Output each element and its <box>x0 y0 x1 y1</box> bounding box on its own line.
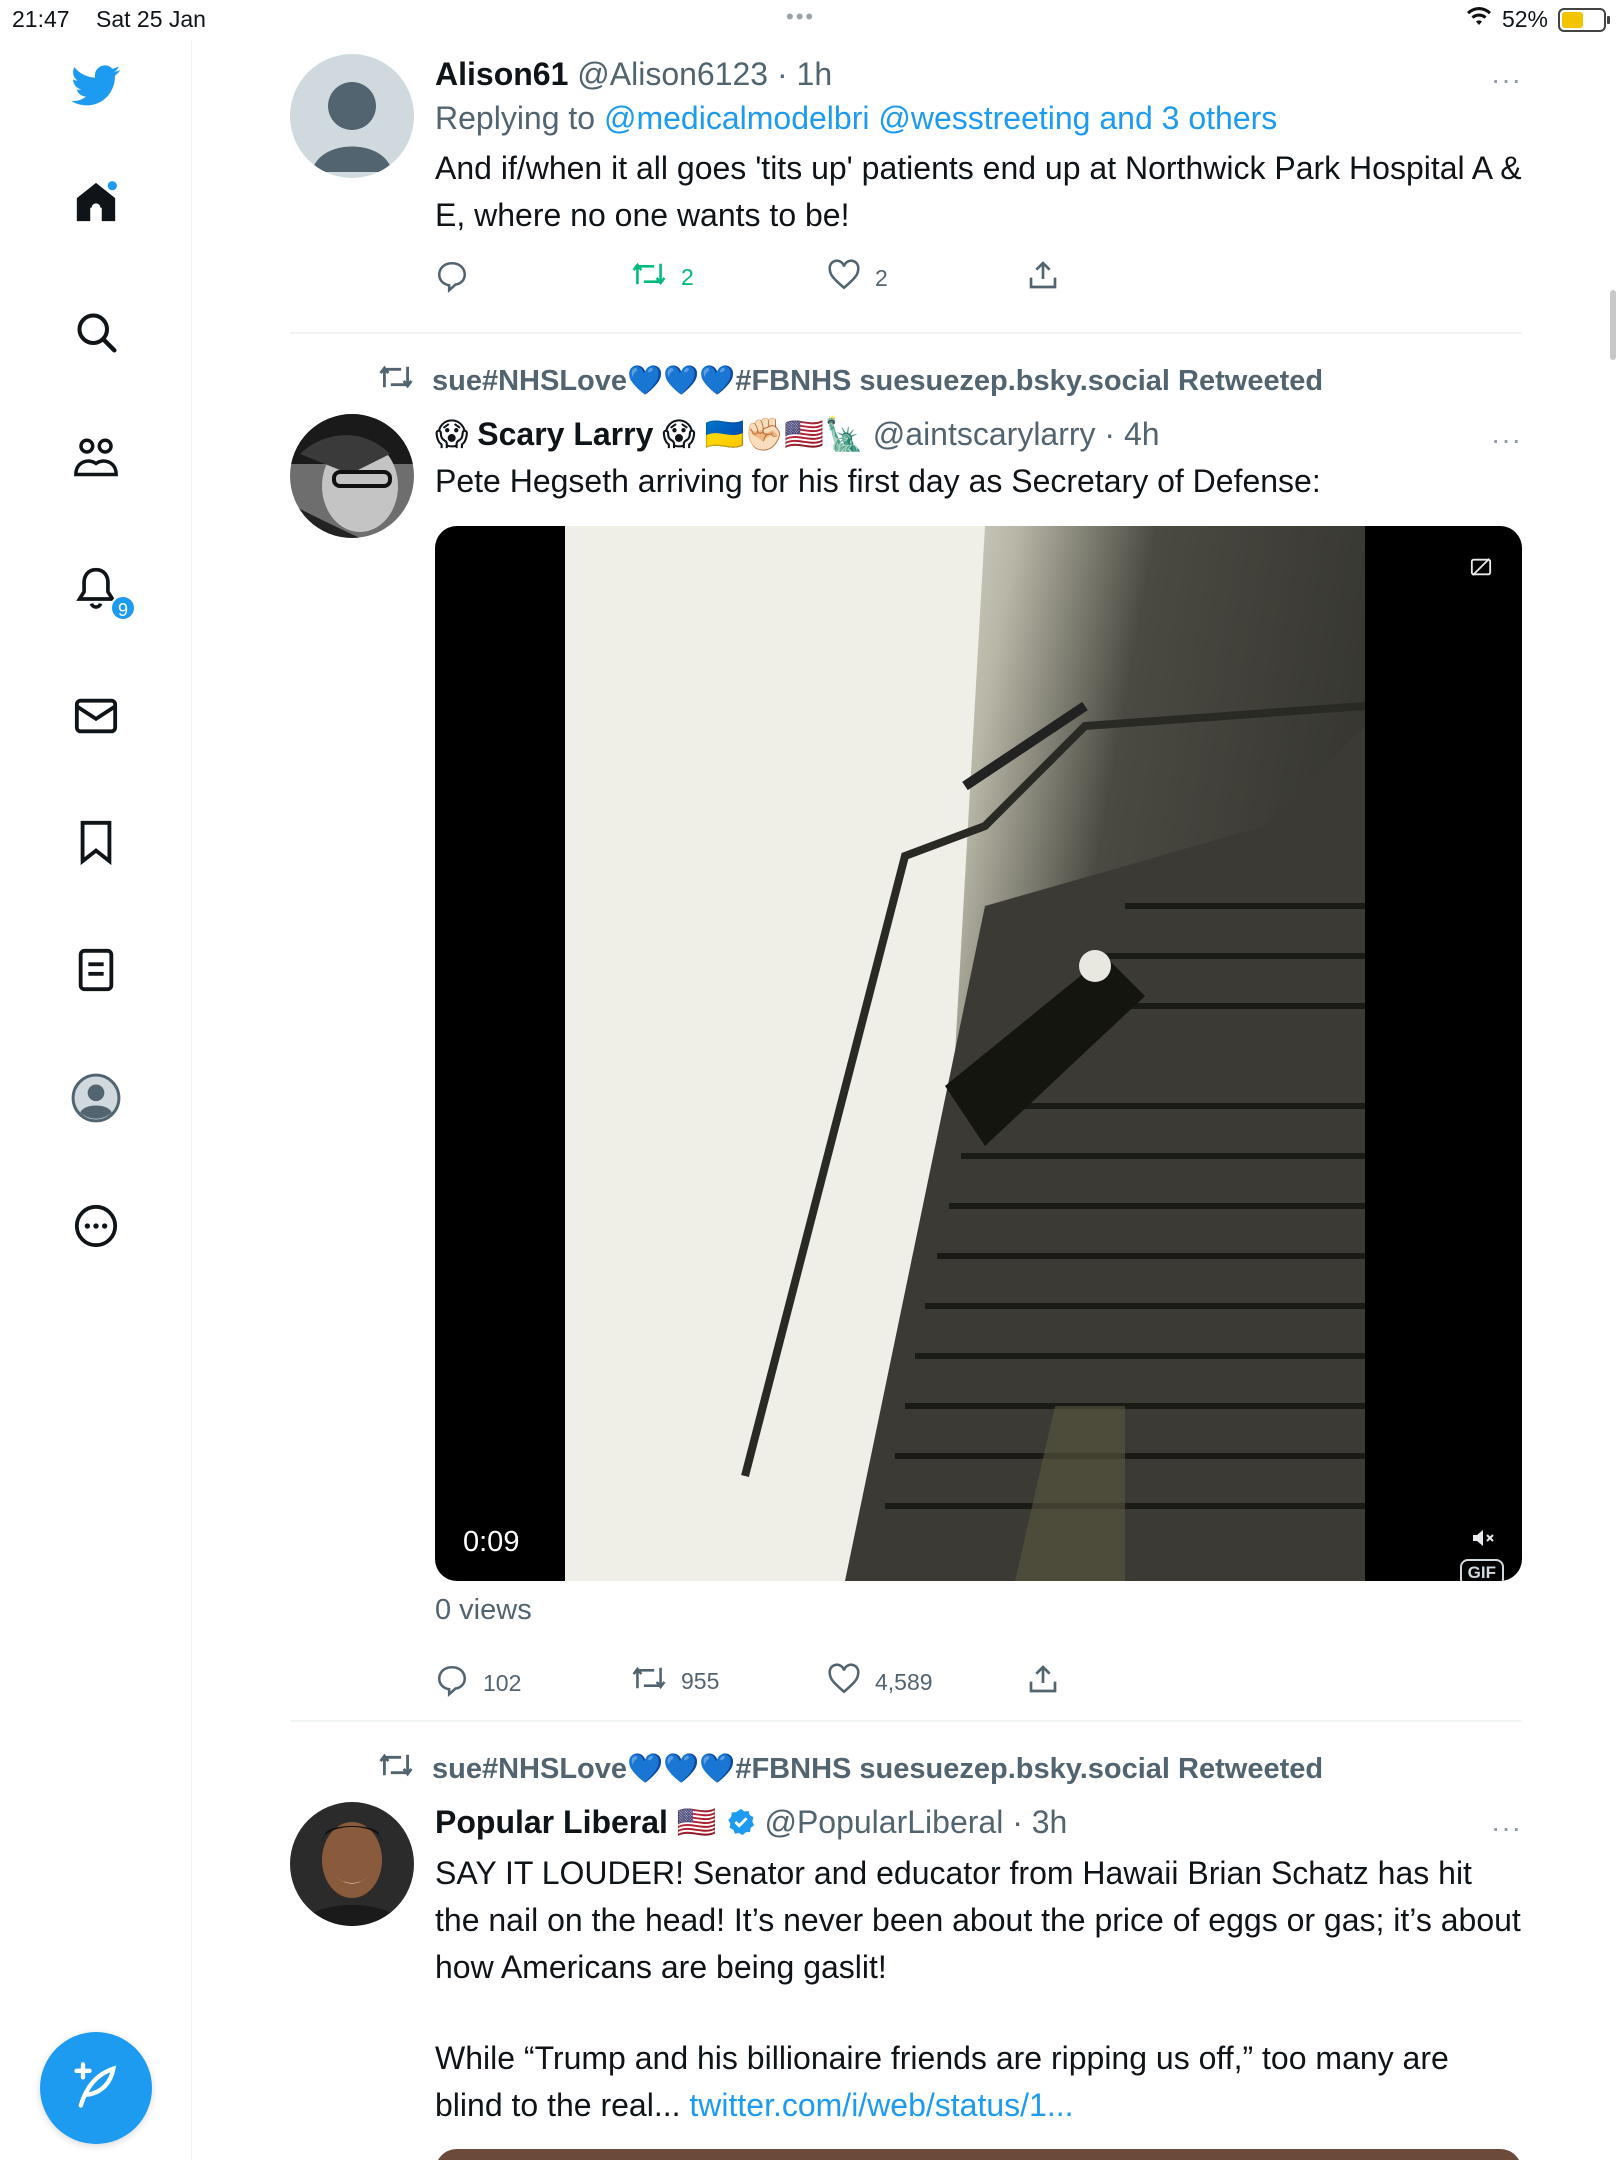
tweet-actions: 102 955 4,589 <box>435 1663 1522 1703</box>
more-options-icon[interactable]: ··· <box>1491 64 1522 96</box>
more-options-icon[interactable]: ··· <box>1491 424 1522 456</box>
heart-icon <box>827 1663 861 1701</box>
compose-tweet-button[interactable] <box>40 2032 152 2144</box>
share-button[interactable] <box>1027 259 1059 297</box>
captions-icon[interactable] <box>1470 556 1492 583</box>
sidebar: 9 <box>0 40 192 2160</box>
home-icon[interactable] <box>60 166 132 238</box>
avatar[interactable] <box>290 1802 414 1926</box>
like-button[interactable]: 4,589 <box>827 1663 933 1701</box>
retweet-icon <box>631 1663 667 1699</box>
tweet-text: SAY IT LOUDER! Senator and educator from… <box>435 1855 1521 1985</box>
tweet-header: 😱 Scary Larry 😱 🇺🇦✊🏻🇺🇸🗽 @aintscarylarry … <box>435 414 1522 454</box>
view-count: 0 views <box>435 1594 532 1626</box>
battery-percent: 52% <box>1501 6 1548 32</box>
timestamp[interactable]: · 3h <box>1012 1804 1067 1840</box>
retweet-icon <box>378 1750 414 1788</box>
handle[interactable]: @aintscarylarry <box>873 416 1096 452</box>
scrollbar[interactable] <box>1610 290 1616 360</box>
compose-tweet-icon <box>70 2060 122 2117</box>
divider <box>290 1720 1522 1722</box>
avatar[interactable] <box>290 414 414 538</box>
tweet-header: Alison61 @Alison6123 · 1h <box>435 54 1522 94</box>
name-emoji-suffix: 😱 🇺🇦✊🏻🇺🇸🗽 <box>662 416 864 452</box>
profile-avatar-icon[interactable] <box>60 1062 132 1134</box>
bookmark-icon[interactable] <box>60 806 132 878</box>
lists-icon[interactable] <box>60 934 132 1006</box>
tweet-scary-larry[interactable]: 😱 Scary Larry 😱 🇺🇦✊🏻🇺🇸🗽 @aintscarylarry … <box>290 414 1522 1704</box>
divider <box>290 332 1522 334</box>
tweet-alison61[interactable]: Alison61 @Alison6123 · 1h ··· Replying t… <box>290 54 1522 314</box>
like-count: 4,589 <box>875 1668 933 1695</box>
share-button[interactable] <box>1027 1663 1059 1701</box>
reply-count: 102 <box>483 1669 522 1696</box>
handle[interactable]: @PopularLiberal <box>764 1804 1003 1840</box>
name-emoji-prefix: 😱 <box>435 416 469 452</box>
reply-icon <box>435 1663 469 1703</box>
avatar[interactable] <box>290 54 414 178</box>
media-duration: 0:09 <box>463 1526 520 1558</box>
replying-to-prefix: Replying to <box>435 100 604 136</box>
retweeted-by-text: sue#NHSLove💙💙💙#FBNHS suesuezep.bsky.soci… <box>432 365 1324 397</box>
retweet-icon <box>631 259 667 295</box>
reply-icon <box>435 259 469 299</box>
more-circle-icon[interactable] <box>60 1190 132 1262</box>
battery-icon <box>1558 7 1610 32</box>
share-icon <box>1027 1663 1059 1701</box>
retweet-button[interactable]: 955 <box>631 1663 719 1699</box>
reply-button[interactable] <box>435 259 483 299</box>
status-right: 52% <box>1466 6 1610 33</box>
multitasking-dots[interactable]: ••• <box>786 4 815 30</box>
display-name[interactable]: Alison61 <box>435 56 568 92</box>
timestamp[interactable]: · 1h <box>777 56 832 92</box>
name-emoji-suffix: 🇺🇸 <box>676 1804 717 1840</box>
gif-frame <box>565 526 1366 1581</box>
tweet-text-continued: While “Trump and his billionaire friends… <box>435 2035 1522 2129</box>
mute-icon[interactable] <box>1470 1526 1496 1555</box>
retweeted-by-text: sue#NHSLove💙💙💙#FBNHS suesuezep.bsky.soci… <box>432 1753 1324 1785</box>
reply-button[interactable]: 102 <box>435 1663 521 1703</box>
retweet-count: 955 <box>681 1667 720 1694</box>
retweet-icon <box>378 362 414 400</box>
retweet-count: 2 <box>681 263 694 290</box>
gif-badge: GIF <box>1459 1559 1504 1581</box>
notifications-badge: 9 <box>110 595 136 621</box>
twitter-logo-icon[interactable] <box>60 50 132 122</box>
retweeted-by-label[interactable]: sue#NHSLove💙💙💙#FBNHS suesuezep.bsky.soci… <box>378 1750 1323 1788</box>
tweet-header: Popular Liberal 🇺🇸 @PopularLiberal · 3h <box>435 1802 1522 1846</box>
verified-badge-icon <box>726 1806 756 1846</box>
more-options-icon[interactable]: ··· <box>1491 1812 1522 1844</box>
timestamp[interactable]: · 4h <box>1104 416 1159 452</box>
reply-targets-link[interactable]: @medicalmodelbri @wesstreeting and 3 oth… <box>604 100 1277 136</box>
status-time: 21:47 <box>12 6 70 32</box>
replying-to: Replying to @medicalmodelbri @wesstreeti… <box>435 100 1522 137</box>
tweet-text: Pete Hegseth arriving for his first day … <box>435 463 1321 499</box>
like-count: 2 <box>875 264 888 291</box>
tweet-link[interactable]: twitter.com/i/web/status/1... <box>689 2087 1073 2123</box>
status-bar: 21:47 Sat 25 Jan ••• 52% <box>0 0 1620 40</box>
like-button[interactable]: 2 <box>827 259 888 297</box>
tweet-actions: 2 2 <box>435 259 1522 299</box>
tweet-media-gif[interactable]: 0:09 GIF <box>435 526 1522 1581</box>
status-date: Sat 25 Jan <box>96 6 206 32</box>
wifi-icon <box>1466 6 1492 33</box>
search-icon[interactable] <box>60 296 132 368</box>
tweet-popular-liberal[interactable]: Popular Liberal 🇺🇸 @PopularLiberal · 3h … <box>290 1802 1522 2160</box>
messages-envelope-icon[interactable] <box>60 680 132 752</box>
communities-icon[interactable] <box>60 422 132 494</box>
retweeted-by-label[interactable]: sue#NHSLove💙💙💙#FBNHS suesuezep.bsky.soci… <box>378 362 1323 400</box>
tweet-media-preview[interactable] <box>435 2149 1522 2160</box>
display-name[interactable]: Popular Liberal <box>435 1804 668 1840</box>
retweet-button[interactable]: 2 <box>631 259 694 295</box>
handle[interactable]: @Alison6123 <box>577 56 768 92</box>
display-name[interactable]: Scary Larry <box>477 416 653 452</box>
heart-icon <box>827 259 861 297</box>
share-icon <box>1027 259 1059 297</box>
tweet-text: And if/when it all goes 'tits up' patien… <box>435 150 1522 233</box>
